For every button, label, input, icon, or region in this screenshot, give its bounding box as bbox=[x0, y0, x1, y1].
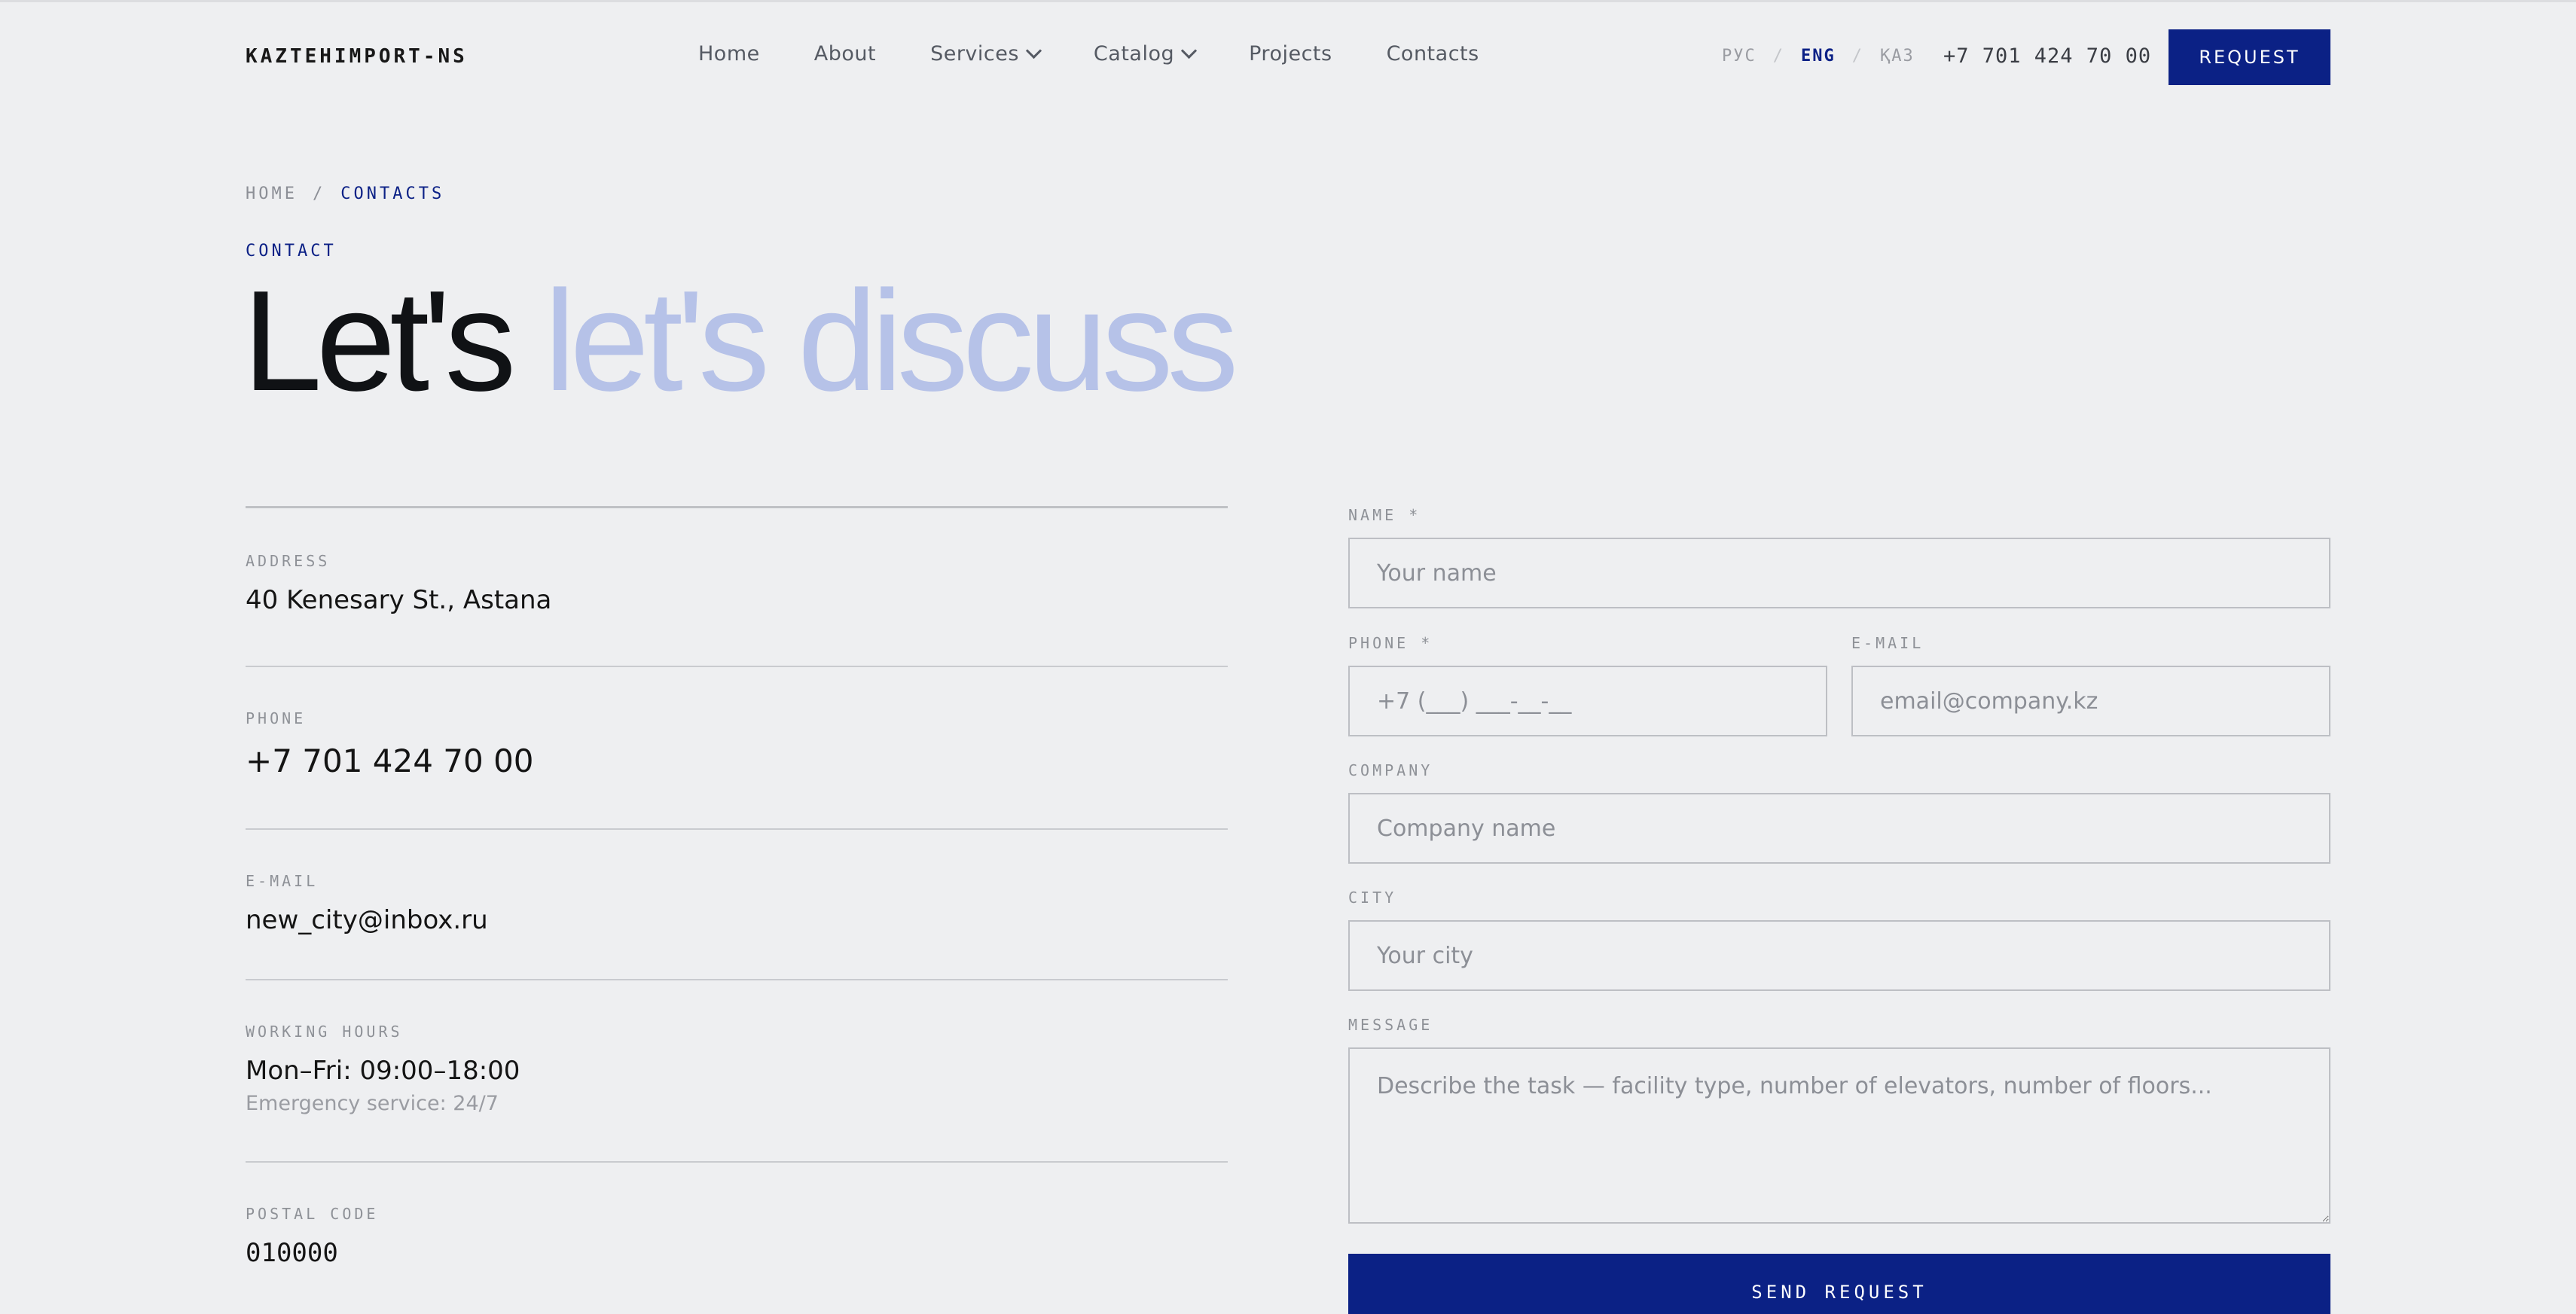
info-hours: WORKING HOURS Mon–Fri: 09:00–18:00 Emerg… bbox=[246, 979, 1228, 1161]
nav-label: Services bbox=[930, 42, 1019, 66]
phone-value[interactable]: +7 701 424 70 00 bbox=[246, 742, 1228, 779]
title-light: let's discuss bbox=[544, 261, 1238, 421]
nav-label: Home bbox=[698, 42, 760, 66]
contact-info: ADDRESS 40 Kenesary St., Astana PHONE +7… bbox=[246, 506, 1228, 1304]
header-phone[interactable]: +7 701 424 70 00 bbox=[1943, 44, 2151, 68]
nav-item-projects[interactable]: Projects bbox=[1249, 42, 1332, 66]
info-label: ADDRESS bbox=[246, 552, 331, 570]
site-logo[interactable]: KAZTEHIMPORT-NS bbox=[246, 45, 468, 68]
hours-value: Mon–Fri: 09:00–18:00 bbox=[246, 1056, 520, 1086]
email-label: E-MAIL bbox=[1851, 634, 1924, 652]
city-input[interactable] bbox=[1348, 920, 2330, 991]
email-input[interactable] bbox=[1851, 666, 2330, 736]
info-phone: PHONE +7 701 424 70 00 bbox=[246, 666, 1228, 828]
info-postal: POSTAL CODE 010000 bbox=[246, 1161, 1228, 1304]
message-textarea[interactable] bbox=[1348, 1047, 2330, 1224]
send-request-button[interactable]: SEND REQUEST bbox=[1348, 1254, 2330, 1314]
nav-label: Projects bbox=[1249, 42, 1332, 66]
message-label: MESSAGE bbox=[1348, 1016, 1433, 1034]
postal-value: 010000 bbox=[246, 1238, 338, 1268]
info-label: WORKING HOURS bbox=[246, 1023, 403, 1041]
chevron-down-icon bbox=[1181, 42, 1198, 59]
address-value: 40 Kenesary St., Astana bbox=[246, 585, 552, 615]
nav-item-services[interactable]: Services bbox=[930, 42, 1042, 66]
title-dark: Let's bbox=[243, 261, 516, 421]
lang-ru[interactable]: РУС bbox=[1722, 47, 1757, 66]
section-eyebrow: CONTACT bbox=[246, 242, 337, 261]
company-input[interactable] bbox=[1348, 793, 2330, 864]
name-input[interactable] bbox=[1348, 538, 2330, 608]
lang-kz[interactable]: ҚАЗ bbox=[1880, 47, 1915, 66]
email-value[interactable]: new_city@inbox.ru bbox=[246, 905, 1228, 935]
breadcrumb-home[interactable]: HOME bbox=[246, 184, 298, 203]
language-switcher: РУС / ENG / ҚАЗ bbox=[1722, 47, 1915, 66]
info-address: ADDRESS 40 Kenesary St., Astana bbox=[246, 506, 1228, 666]
chevron-down-icon bbox=[1025, 42, 1042, 59]
nav-item-catalog[interactable]: Catalog bbox=[1093, 42, 1198, 66]
main-nav: Home About Services Catalog Projects Con… bbox=[698, 42, 1479, 66]
nav-label: Contacts bbox=[1386, 42, 1479, 66]
lang-separator: / bbox=[1851, 47, 1863, 66]
info-email: E-MAIL new_city@inbox.ru bbox=[246, 828, 1228, 979]
lang-en[interactable]: ENG bbox=[1801, 47, 1836, 66]
info-label: POSTAL CODE bbox=[246, 1205, 379, 1223]
phone-label: PHONE * bbox=[1348, 634, 1433, 652]
breadcrumb-separator: / bbox=[312, 184, 326, 203]
lang-separator: / bbox=[1772, 47, 1784, 66]
nav-label: About bbox=[813, 42, 877, 66]
name-label: NAME * bbox=[1348, 506, 1421, 524]
breadcrumb: HOME / CONTACTS bbox=[246, 184, 444, 203]
request-button[interactable]: REQUEST bbox=[2169, 29, 2330, 85]
phone-input[interactable] bbox=[1348, 666, 1827, 736]
breadcrumb-current: CONTACTS bbox=[340, 184, 445, 203]
info-label: E-MAIL bbox=[246, 872, 319, 890]
city-label: CITY bbox=[1348, 889, 1397, 907]
page-title: Let's let's discuss bbox=[243, 270, 1238, 413]
info-label: PHONE bbox=[246, 709, 307, 727]
nav-item-home[interactable]: Home bbox=[698, 42, 760, 66]
company-label: COMPANY bbox=[1348, 761, 1433, 779]
nav-label: Catalog bbox=[1093, 42, 1175, 66]
top-border bbox=[0, 0, 2576, 2]
nav-item-about[interactable]: About bbox=[814, 42, 876, 66]
nav-item-contacts[interactable]: Contacts bbox=[1387, 42, 1479, 66]
hours-sub: Emergency service: 24/7 bbox=[246, 1092, 499, 1115]
